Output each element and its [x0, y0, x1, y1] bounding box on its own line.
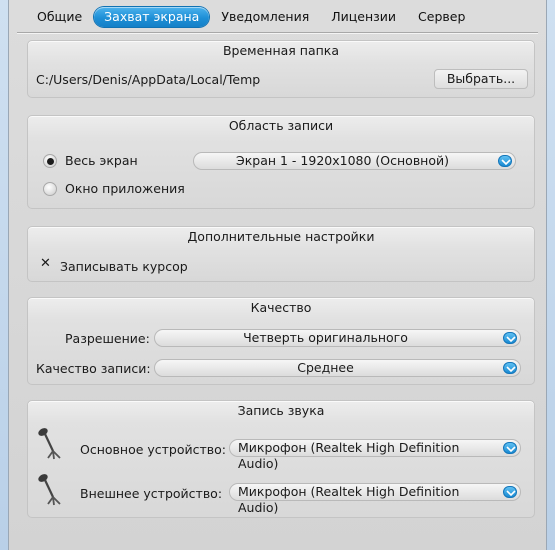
main-device-select[interactable]: Микрофон (Realtek High Definition Audio): [229, 439, 521, 471]
tab-general[interactable]: Общие: [27, 7, 92, 27]
chevron-down-icon: [503, 332, 517, 344]
chevron-down-icon: [503, 362, 517, 374]
record-cursor-checkbox[interactable]: ✕: [40, 257, 51, 270]
full-screen-label: Весь экран: [65, 153, 138, 168]
extra-settings-group: Дополнительные настройки ✕ Записывать ку…: [27, 226, 535, 282]
record-area-group: Область записи Весь экран Экран 1 - 1920…: [27, 115, 535, 209]
record-quality-select[interactable]: Среднее: [154, 359, 521, 377]
resolution-label: Разрешение:: [65, 331, 150, 346]
chevron-down-icon: [503, 486, 517, 498]
tab-server[interactable]: Сервер: [408, 7, 475, 27]
resolution-select-value: Четверть оригинального: [243, 330, 408, 345]
main-device-label: Основное устройство:: [80, 442, 227, 457]
microphone-icon: [38, 474, 61, 506]
chevron-down-icon: [503, 442, 517, 454]
chevron-down-icon: [498, 155, 512, 167]
extra-settings-title: Дополнительные настройки: [187, 229, 375, 244]
tab-bar: Общие Захват экрана Уведомления Лицензии…: [9, 0, 546, 34]
record-cursor-label: Записывать курсор: [60, 259, 188, 274]
sound-title: Запись звука: [237, 403, 325, 418]
quality-group: Качество Разрешение: Четверть оригинальн…: [27, 297, 535, 385]
resolution-select[interactable]: Четверть оригинального: [154, 329, 521, 347]
microphone-icon: [38, 428, 61, 460]
quality-title: Качество: [250, 300, 312, 315]
sound-group: Запись звука Основное устройство: Микроф…: [27, 400, 535, 518]
temp-folder-group: Временная папка C:/Users/Denis/AppData/L…: [27, 40, 535, 98]
screen-select-value: Экран 1 - 1920x1080 (Основной): [235, 153, 450, 168]
browse-button[interactable]: Выбрать...: [434, 69, 528, 89]
full-screen-radio[interactable]: [43, 154, 57, 168]
temp-folder-title: Временная папка: [222, 43, 340, 58]
tab-screen-capture[interactable]: Захват экрана: [94, 7, 210, 27]
record-quality-label: Качество записи:: [36, 361, 151, 376]
app-window-label: Окно приложения: [65, 181, 185, 196]
main-device-select-value: Микрофон (Realtek High Definition Audio): [238, 440, 460, 471]
ext-device-label: Внешнее устройство:: [80, 486, 223, 501]
record-quality-select-value: Среднее: [297, 360, 354, 375]
ext-device-select-value: Микрофон (Realtek High Definition Audio): [238, 484, 460, 515]
settings-window: Общие Захват экрана Уведомления Лицензии…: [8, 0, 547, 550]
tab-licenses[interactable]: Лицензии: [321, 7, 406, 27]
tab-notifications[interactable]: Уведомления: [211, 7, 319, 27]
ext-device-select[interactable]: Микрофон (Realtek High Definition Audio): [229, 483, 521, 515]
record-area-title: Область записи: [228, 118, 334, 133]
screen-select[interactable]: Экран 1 - 1920x1080 (Основной): [193, 152, 516, 170]
tab-divider: [17, 32, 538, 34]
app-window-radio[interactable]: [43, 182, 57, 196]
temp-folder-path: C:/Users/Denis/AppData/Local/Temp: [36, 72, 261, 87]
